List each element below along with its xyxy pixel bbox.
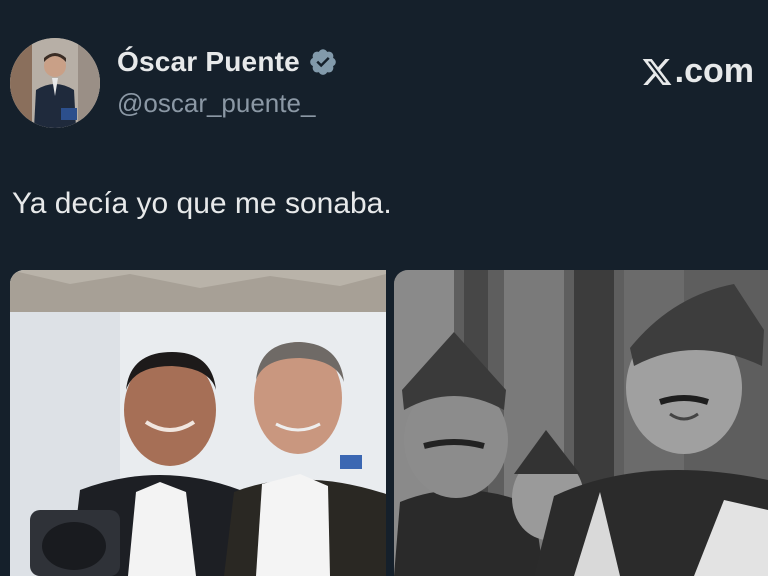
author-name-row[interactable]: Óscar Puente bbox=[117, 46, 338, 78]
x-brand: .com bbox=[640, 52, 754, 91]
verified-badge-icon bbox=[310, 49, 336, 75]
black-and-white-archive-photo[interactable] bbox=[394, 270, 768, 576]
author-display-name[interactable]: Óscar Puente bbox=[117, 46, 300, 78]
right-photo-image bbox=[394, 270, 768, 576]
author-handle[interactable]: @oscar_puente_ bbox=[117, 88, 315, 119]
tweet-text: Ya decía yo que me sonaba. bbox=[12, 187, 392, 220]
tweet-media[interactable] bbox=[10, 270, 768, 576]
x-logo-icon bbox=[642, 58, 672, 85]
brand-label: .com bbox=[674, 52, 754, 90]
left-photo-image bbox=[10, 270, 386, 576]
avatar-photo bbox=[10, 38, 100, 128]
two-men-smiling-photo[interactable] bbox=[10, 270, 386, 576]
media-gap bbox=[386, 270, 394, 576]
author-avatar[interactable] bbox=[10, 38, 100, 128]
